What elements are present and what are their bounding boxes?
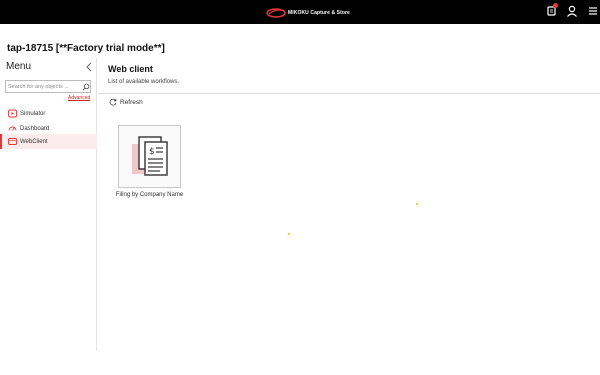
search-icon[interactable] (82, 83, 90, 91)
hamburger-menu-icon[interactable] (586, 4, 600, 18)
brand-logo-icon (266, 8, 286, 18)
brand-name: MIKOKU Capture & Store (288, 9, 350, 16)
page-title: tap-18715 [**Factory trial mode**] (7, 43, 165, 54)
dashboard-icon (8, 126, 17, 131)
sidebar-item-label: Simulator (20, 110, 46, 117)
sidebar-item-simulator[interactable]: Simulator (0, 106, 97, 121)
user-icon[interactable] (565, 4, 579, 18)
section-subtitle: List of available workflows. (108, 79, 180, 85)
divider (98, 93, 600, 94)
sidebar: Menu Advanced Simulator Dashboard WebCli… (0, 58, 97, 351)
decorative-dot (288, 233, 290, 235)
web-icon (8, 138, 17, 145)
menu-title: Menu (6, 61, 32, 72)
workflow-card[interactable]: $ (118, 125, 181, 188)
notification-badge (553, 3, 558, 8)
workflow-card-label[interactable]: Filing by Company Name (112, 191, 187, 199)
refresh-label: Refresh (120, 98, 143, 106)
invoice-document-icon: $ (132, 136, 168, 176)
section-title: Web client (108, 64, 153, 74)
sidebar-item-label: Dashboard (20, 125, 50, 132)
top-bar: MIKOKU Capture & Store (0, 0, 600, 24)
sidebar-item-webclient[interactable]: WebClient (0, 134, 97, 149)
decorative-dot (416, 203, 418, 205)
svg-text:$: $ (149, 147, 155, 157)
brand: MIKOKU Capture & Store (266, 6, 350, 19)
search-input[interactable] (8, 82, 78, 92)
refresh-icon (109, 98, 117, 106)
sidebar-item-label: WebClient (20, 138, 48, 145)
refresh-button[interactable]: Refresh (109, 97, 143, 107)
advanced-search-link[interactable]: Advanced (68, 95, 90, 101)
search-box (5, 80, 91, 93)
play-icon (8, 109, 17, 118)
collapse-sidebar-chevron-icon[interactable] (85, 62, 93, 72)
